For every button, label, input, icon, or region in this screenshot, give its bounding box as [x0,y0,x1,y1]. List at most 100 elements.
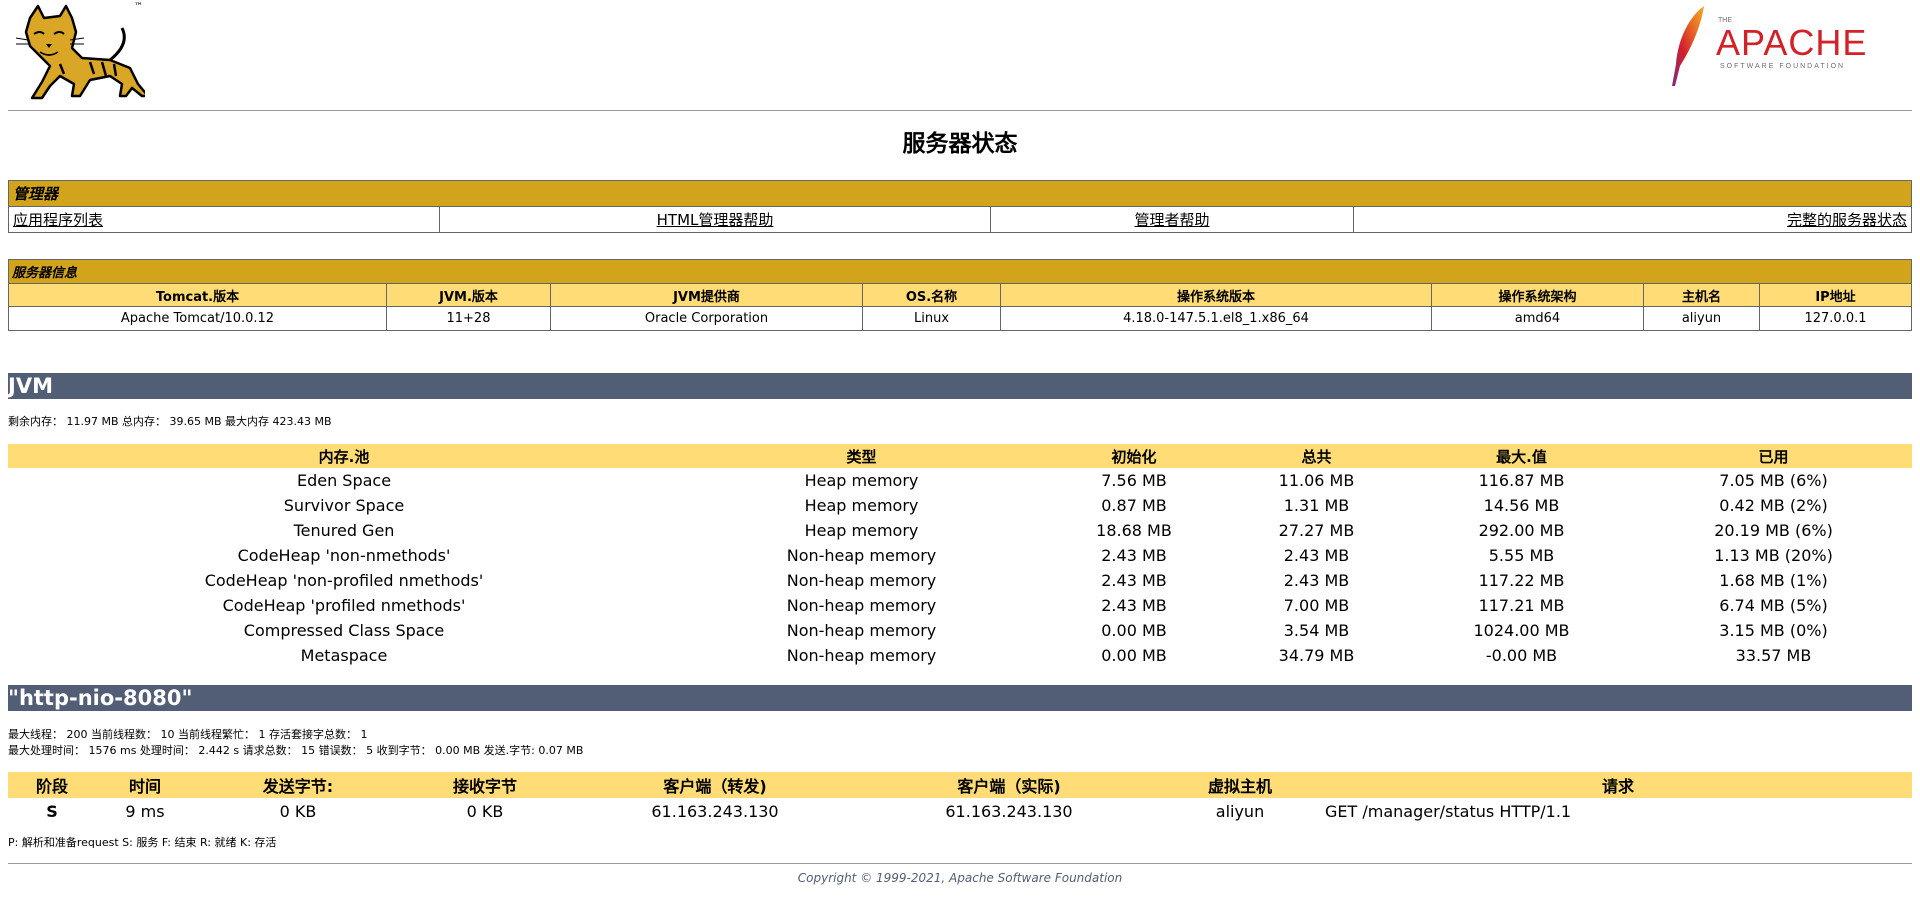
table-cell: 61.163.243.130 [651,801,779,821]
column-header: 已用 [1635,444,1912,468]
table-cell: Non-heap memory [786,546,937,565]
column-header: IP地址 [1759,283,1912,307]
table-cell: aliyun [1215,801,1265,821]
table-cell: CodeHeap 'profiled nmethods' [222,596,466,615]
tomcat-logo[interactable]: ™ [10,2,150,100]
table-row: Metaspace Non-heap memory 0.00 MB 34.79 MB -… [8,643,1912,668]
manager-section-title: 管理器 [8,180,1912,207]
table-cell: 1.13 MB (20%) [1714,546,1833,565]
table-cell: 3.54 MB [1283,621,1350,640]
server-info-section-title: 服务器信息 [8,259,1912,284]
table-cell: 117.22 MB [1478,571,1565,590]
thread-stats: 最大线程： 200 当前线程数： 10 当前线程繁忙： 1 存活套接字总数： 1 [8,728,368,741]
table-cell: Metaspace [300,646,388,665]
table-cell: 0 KB [279,801,317,821]
manager-table: 管理器 应用程序列表 HTML管理器帮助 管理者帮助 完整的服务器状态 [8,180,1912,233]
apache-logo[interactable]: THE APACHE SOFTWARE FOUNDATION [1668,4,1873,88]
table-cell: 2.43 MB [1283,546,1350,565]
table-cell: Non-heap memory [786,621,937,640]
manager-help-link[interactable]: 管理者帮助 [1134,211,1209,229]
jvm-version-value: 11+28 [386,306,551,331]
table-cell: -0.00 MB [1485,646,1558,665]
column-header: 最大.值 [1408,444,1635,468]
memory-summary: 剩余内存： 11.97 MB 总内存： 39.65 MB 最大内存 423.43… [8,415,332,428]
table-cell: 14.56 MB [1483,496,1560,515]
table-row: S 9 ms 0 KB 0 KB 61.163.243.130 61.163.243.13… [8,798,1912,824]
table-cell: Heap memory [804,521,919,540]
column-header: 类型 [680,444,1043,468]
table-cell: 11.06 MB [1278,471,1355,490]
column-header: Tomcat.版本 [8,283,387,307]
table-cell: 2.43 MB [1283,571,1350,590]
table-cell: 61.163.243.130 [945,801,1073,821]
table-row: CodeHeap 'non-profiled nmethods' Non-heap… [8,568,1912,593]
stage-cell: S [46,801,58,821]
column-header: JVM提供商 [550,283,863,307]
table-cell: 34.79 MB [1278,646,1355,665]
ip-address-value: 127.0.0.1 [1759,306,1912,331]
column-header: 客户端（转发) [568,772,862,798]
table-cell: Heap memory [804,496,919,515]
memory-pool-table: 内存.池 类型 初始化 总共 最大.值 已用 Eden Space Heap me… [8,444,1912,668]
column-header: 虚拟主机 [1156,772,1324,798]
table-cell: 6.74 MB (5%) [1719,596,1828,615]
table-row: Eden Space Heap memory 7.56 MB 11.06 MB 116.… [8,468,1912,493]
os-name-value: Linux [862,306,1001,331]
column-header: 操作系统架构 [1431,283,1644,307]
table-cell: Non-heap memory [786,571,937,590]
applications-list-link[interactable]: 应用程序列表 [13,211,103,229]
complete-server-status-link[interactable]: 完整的服务器状态 [1787,211,1907,229]
table-cell: 2.43 MB [1101,596,1167,615]
column-header: OS.名称 [862,283,1001,307]
column-header: 内存.池 [8,444,680,468]
apache-wordmark: APACHE [1716,22,1868,63]
html-manager-help-link[interactable]: HTML管理器帮助 [657,211,774,229]
table-row: Survivor Space Heap memory 0.87 MB 1.31 MB 1… [8,493,1912,518]
column-header: 时间 [96,772,194,798]
table-cell: Survivor Space [283,496,405,515]
request-table: 阶段 时间 发送字节: 接收字节 客户端（转发) 客户端（实际) 虚拟主机 请求… [8,772,1912,824]
manager-link-cell: 管理者帮助 [990,206,1354,233]
memory-pool-rows: Eden Space Heap memory 7.56 MB 11.06 MB 116.… [8,468,1912,668]
jvm-vendor-value: Oracle Corporation [550,306,863,331]
column-header: 总共 [1225,444,1408,468]
table-cell: 33.57 MB [1735,646,1812,665]
table-cell: CodeHeap 'non-profiled nmethods' [204,571,484,590]
server-info-table: 服务器信息 Tomcat.版本 JVM.版本 JVM提供商 OS.名称 操作系统… [8,259,1912,331]
table-cell: Tenured Gen [293,521,395,540]
table-cell: Compressed Class Space [243,621,445,640]
page-title: 服务器状态 [902,131,1018,157]
column-header: 阶段 [8,772,96,798]
copyright-footer: Copyright © 1999-2021, Apache Software F… [797,871,1123,885]
table-cell: 0.87 MB [1101,496,1167,515]
manager-link-cell: HTML管理器帮助 [439,206,991,233]
table-cell: 18.68 MB [1096,521,1172,540]
table-cell: 0.00 MB [1101,646,1167,665]
jvm-section-title: JVM [8,373,1912,399]
manager-link-cell: 完整的服务器状态 [1353,206,1912,233]
connector-section-title: "http-nio-8080" [8,685,1912,711]
table-cell: Non-heap memory [786,596,937,615]
table-cell: 1.31 MB [1283,496,1350,515]
column-header: 主机名 [1643,283,1760,307]
column-header: 接收字节 [402,772,568,798]
column-header: 初始化 [1043,444,1225,468]
table-cell: 7.05 MB (6%) [1719,471,1828,490]
table-cell: 3.15 MB (0%) [1719,621,1828,640]
table-cell: Non-heap memory [786,646,937,665]
table-cell: 1024.00 MB [1473,621,1570,640]
os-version-value: 4.18.0-147.5.1.el8_1.x86_64 [1000,306,1432,331]
table-row: CodeHeap 'profiled nmethods' Non-heap mem… [8,593,1912,618]
table-cell: 117.21 MB [1478,596,1565,615]
table-cell: 0 KB [466,801,504,821]
stage-legend: P: 解析和准备request S: 服务 F: 结束 R: 就绪 K: 存活 [8,836,277,849]
divider [8,863,1912,864]
table-cell: 2.43 MB [1101,546,1167,565]
table-cell: 292.00 MB [1478,521,1565,540]
column-header: 操作系统版本 [1000,283,1432,307]
table-cell: 27.27 MB [1278,521,1355,540]
table-cell: 0.00 MB [1101,621,1167,640]
apache-tagline: SOFTWARE FOUNDATION [1720,63,1846,70]
table-row: Compressed Class Space Non-heap memory 0.0… [8,618,1912,643]
hostname-value: aliyun [1643,306,1760,331]
